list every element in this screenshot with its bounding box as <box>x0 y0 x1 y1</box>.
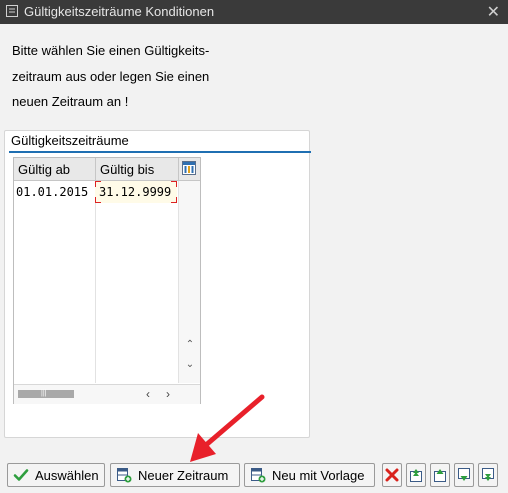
delete-icon <box>385 468 399 482</box>
instruction-text: Bitte wählen Sie einen Gültigkeits- zeit… <box>12 38 209 115</box>
instruction-line-3: neuen Zeitraum an ! <box>12 94 129 109</box>
button-bar: Auswählen Neuer Zeitraum Neu mit Vorlage <box>0 459 508 493</box>
select-button[interactable]: Auswählen <box>7 463 105 487</box>
horizontal-scroll-thumb[interactable]: ||| <box>18 390 74 398</box>
column-separator <box>178 158 179 180</box>
cell-valid-to[interactable]: 31.12.9999 <box>95 181 177 203</box>
instruction-line-1: Bitte wählen Sie einen Gültigkeits- <box>12 43 210 58</box>
window-icon <box>6 5 18 17</box>
vertical-scrollbar[interactable]: ⌃ ⌄ <box>179 181 200 383</box>
last-page-button[interactable] <box>478 463 498 487</box>
scroll-grip-icon: ||| <box>41 390 47 397</box>
column-config-icon[interactable] <box>182 161 196 175</box>
first-page-button[interactable] <box>406 463 426 487</box>
next-page-button[interactable] <box>454 463 474 487</box>
focus-marker <box>171 181 177 187</box>
new-period-button-label: Neuer Zeitraum <box>138 468 229 483</box>
column-separator <box>95 158 96 180</box>
column-header-valid-from[interactable]: Gültig ab <box>18 162 70 177</box>
new-with-template-button-label: Neu mit Vorlage <box>272 468 365 483</box>
title-bar: Gültigkeitszeiträume Konditionen ✕ <box>0 0 508 24</box>
column-header-valid-to[interactable]: Gültig bis <box>100 162 154 177</box>
validity-periods-group: Gültigkeitszeiträume Gültig ab Gültig bi… <box>4 130 311 438</box>
new-period-button[interactable]: Neuer Zeitraum <box>110 463 240 487</box>
previous-page-icon <box>434 469 446 482</box>
close-icon[interactable]: ✕ <box>487 2 500 22</box>
column-divider <box>95 203 96 383</box>
focus-marker <box>171 197 177 203</box>
scroll-down-icon[interactable]: ⌄ <box>183 359 197 370</box>
select-button-label: Auswählen <box>35 468 99 483</box>
window-title: Gültigkeitszeiträume Konditionen <box>24 4 215 19</box>
table-header: Gültig ab Gültig bis <box>14 158 200 181</box>
next-page-icon <box>458 468 470 481</box>
delete-button[interactable] <box>382 463 402 487</box>
new-with-template-button[interactable]: Neu mit Vorlage <box>244 463 375 487</box>
scroll-right-icon[interactable]: › <box>166 387 170 401</box>
previous-page-button[interactable] <box>430 463 450 487</box>
validity-periods-table: Gültig ab Gültig bis 01.01.2015 31.12.99… <box>13 157 201 404</box>
group-title: Gültigkeitszeiträume <box>11 133 129 148</box>
new-period-icon <box>117 468 132 483</box>
focus-marker <box>95 181 101 187</box>
last-page-icon <box>482 468 494 481</box>
instruction-line-2: zeitraum aus oder legen Sie einen <box>12 68 210 84</box>
checkmark-icon <box>13 469 29 481</box>
scroll-up-icon[interactable]: ⌃ <box>183 339 197 350</box>
cell-valid-to-value: 31.12.9999 <box>99 185 172 199</box>
horizontal-scrollbar[interactable]: ||| ‹ › <box>14 384 200 404</box>
scroll-left-icon[interactable]: ‹ <box>146 387 150 401</box>
table-row[interactable]: 01.01.2015 31.12.9999 <box>14 181 179 203</box>
cell-valid-from[interactable]: 01.01.2015 <box>16 185 88 199</box>
new-template-icon <box>251 468 266 483</box>
group-title-underline <box>9 151 311 153</box>
first-page-icon <box>410 469 422 482</box>
